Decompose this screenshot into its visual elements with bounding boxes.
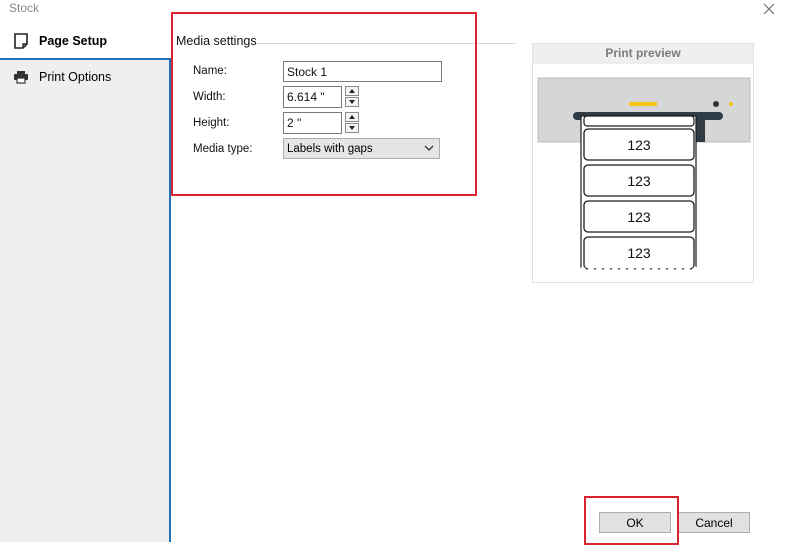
arrow-down-icon: [349, 126, 355, 130]
cancel-button[interactable]: Cancel: [678, 512, 750, 533]
page-setup-icon: [12, 32, 30, 50]
print-preview-image: 123 123 123 123: [537, 77, 751, 278]
width-decrement-button[interactable]: [345, 97, 359, 107]
print-preview-panel: Print preview 123 123 123 123: [532, 43, 754, 283]
height-input[interactable]: [283, 112, 342, 134]
arrow-down-icon: [349, 100, 355, 104]
title-bar: Stock: [0, 0, 795, 18]
sidebar-item-label: Print Options: [39, 70, 112, 84]
content-divider: [169, 58, 171, 542]
print-preview-title: Print preview: [533, 44, 753, 64]
preview-label-4: 123: [583, 236, 695, 270]
arrow-up-icon: [349, 115, 355, 119]
media-type-select[interactable]: Labels with gaps: [283, 138, 440, 159]
section-title: Media settings: [176, 34, 257, 48]
ok-button[interactable]: OK: [599, 512, 671, 533]
width-spinner: [345, 86, 359, 107]
preview-label-2: 123: [583, 164, 695, 197]
width-label: Width:: [193, 91, 226, 103]
height-decrement-button[interactable]: [345, 123, 359, 133]
preview-label-text: 123: [627, 209, 651, 225]
height-label: Height:: [193, 117, 230, 129]
section-divider: [256, 43, 516, 44]
height-increment-button[interactable]: [345, 112, 359, 122]
preview-label-3: 123: [583, 200, 695, 233]
preview-label-text: 123: [627, 173, 651, 189]
sidebar-item-label: Page Setup: [39, 34, 108, 48]
sidebar: Page Setup Print Options: [0, 24, 169, 542]
sidebar-item-page-setup[interactable]: Page Setup: [0, 24, 169, 58]
height-spinner: [345, 112, 359, 133]
printer-icon: [12, 68, 30, 86]
preview-label-text: 123: [627, 245, 651, 261]
preview-label-1: 123: [583, 128, 695, 161]
name-label: Name:: [193, 65, 227, 77]
close-button[interactable]: [757, 0, 781, 18]
media-type-label: Media type:: [193, 143, 253, 155]
arrow-up-icon: [349, 89, 355, 93]
window-title: Stock: [9, 1, 40, 15]
width-increment-button[interactable]: [345, 86, 359, 96]
name-input[interactable]: [283, 61, 442, 82]
close-icon: [763, 3, 775, 15]
sidebar-item-print-options[interactable]: Print Options: [0, 60, 169, 94]
chevron-down-icon: [424, 145, 434, 151]
media-type-value: Labels with gaps: [287, 142, 373, 155]
printer-status-bar: [629, 102, 657, 106]
preview-label-text: 123: [627, 137, 651, 153]
width-input[interactable]: [283, 86, 342, 108]
